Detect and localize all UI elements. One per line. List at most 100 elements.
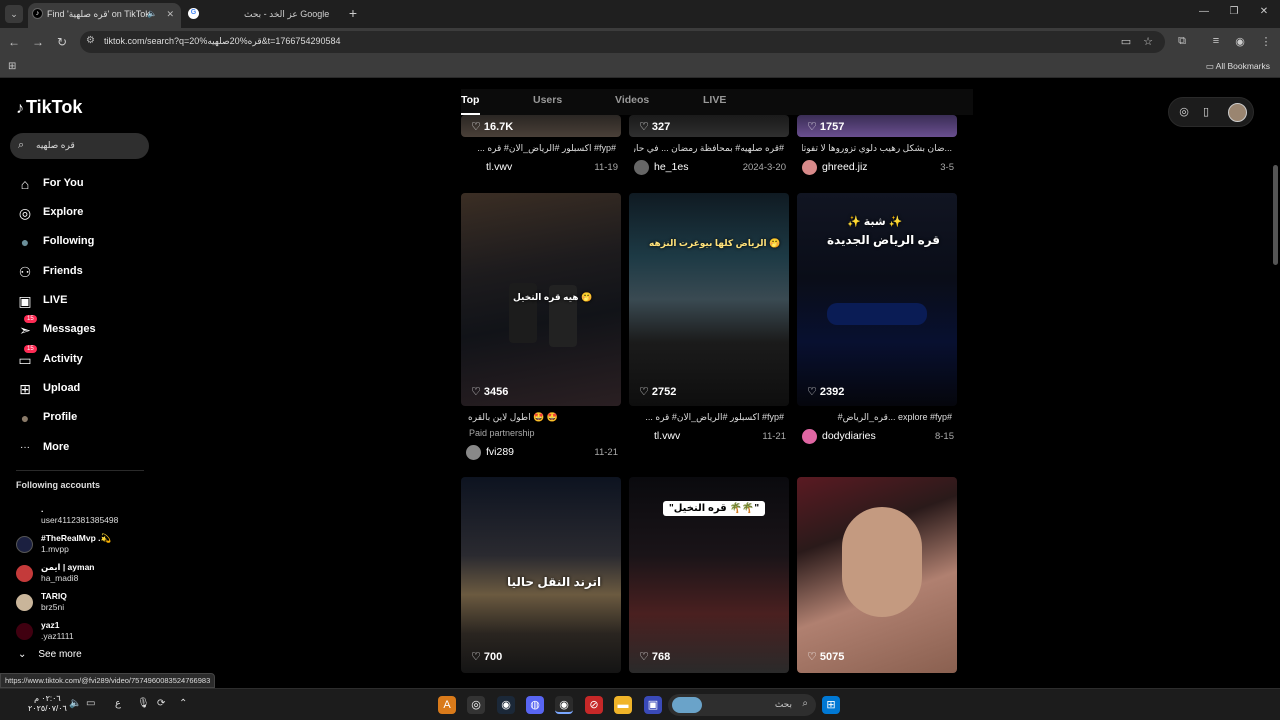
video-thumbnail[interactable]: اترند النقل حاليا ♡ 700 — [461, 477, 621, 673]
taskbar-search[interactable]: بحث ⌕ — [668, 694, 816, 716]
nav-friends[interactable]: ⚇ Friends — [16, 261, 146, 283]
author-row[interactable]: tl.vwv 11-19 — [466, 159, 618, 175]
author-row[interactable]: fvi289 11-21 — [466, 444, 618, 460]
steam-icon[interactable]: ◉ — [497, 696, 515, 714]
video-thumbnail[interactable]: "قره النخيل 🌴🌴" ♡ 768 — [629, 477, 789, 673]
video-caption: #fyp# اكسبلور #الرياض_الان# قره ... — [645, 412, 784, 422]
discord-icon[interactable]: ◍ — [526, 696, 544, 714]
browser-tab-google[interactable]: G عز الخد - بحث Google — [184, 3, 334, 28]
user-avatar[interactable] — [1228, 103, 1247, 122]
video-thumbnail[interactable]: ✨ شبة ✨ قره الرياض الجديدة ♡ 2392 — [797, 193, 957, 406]
nav-for-you[interactable]: ⌂ For You — [16, 173, 146, 195]
divider — [16, 470, 144, 471]
chrome-icon[interactable]: ◉ — [555, 696, 573, 714]
system-clock[interactable]: ٠٢:٠٦ م ٢٠٢٥/٠٧/٠٦ — [28, 694, 67, 714]
bookmark-star-icon[interactable]: ☆ — [1140, 35, 1156, 48]
nav-explore[interactable]: ◎ Explore — [16, 202, 146, 224]
author-row[interactable]: dodydiaries 8-15 — [802, 428, 954, 444]
apps-grid-icon[interactable]: ⊞ — [8, 61, 16, 72]
avatar — [634, 160, 649, 175]
nav-upload[interactable]: ⊞ Upload — [16, 378, 146, 400]
tab-search-button[interactable]: ⌄ — [5, 5, 23, 23]
video-caption: #قره صلهيه# بمحافظة رمضان ... في حارة — [634, 143, 784, 153]
tab-top[interactable]: Top — [461, 94, 479, 106]
tiktok-page: ♪ TikTok ⌕ قره صلهيه ⌂ For You ◎ Explore ● F… — [0, 81, 1280, 673]
network-icon[interactable]: ▭ — [86, 698, 95, 709]
coins-icon[interactable]: ◎ — [1177, 105, 1191, 118]
microphone-icon[interactable]: 🎙 — [137, 698, 150, 709]
page-scrollbar[interactable] — [1273, 165, 1278, 265]
close-window-icon[interactable]: ✕ — [1254, 6, 1274, 17]
video-thumbnail[interactable]: ♡ 1757 — [797, 115, 957, 137]
app-icon[interactable]: ⊘ — [585, 696, 603, 714]
video-thumbnail[interactable]: هيه قره النخيل 🤭 ♡ 3456 — [461, 193, 621, 406]
browser-tab-tiktok[interactable]: ♪ Find 'قره صلهية' on TikTok 🔈 ✕ — [28, 3, 181, 28]
tab-videos[interactable]: Videos — [615, 94, 649, 106]
post-date: 11-21 — [594, 447, 618, 458]
following-account[interactable]: yaz1 .yaz1111 — [16, 618, 146, 644]
all-bookmarks-button[interactable]: ▭ All Bookmarks — [1206, 61, 1270, 72]
tab-live[interactable]: LIVE — [703, 94, 726, 106]
tab-users[interactable]: Users — [533, 94, 562, 106]
home-icon: ⌂ — [20, 176, 30, 192]
sync-icon[interactable]: ⟳ — [157, 698, 165, 709]
avatar — [466, 445, 481, 460]
file-explorer-icon[interactable]: ▬ — [614, 696, 632, 714]
app-icon[interactable]: A — [438, 696, 456, 714]
nav-messages[interactable]: ➣ 15 Messages — [16, 315, 146, 341]
nav-profile[interactable]: ● Profile — [16, 407, 146, 429]
author-row[interactable]: ghreed.jiz 3-5 — [802, 159, 954, 175]
cast-icon[interactable]: ▭ — [1118, 35, 1134, 48]
nav-label: Friends — [43, 265, 83, 277]
following-account[interactable]: #TheRealMvp .💫 1.mvpp — [16, 531, 146, 557]
media-control-icon[interactable]: ≡ — [1208, 35, 1224, 47]
phone-icon[interactable]: ▯ — [1199, 105, 1213, 118]
new-tab-button[interactable]: + — [345, 4, 361, 22]
avatar — [16, 594, 33, 611]
speaker-icon[interactable]: 🔈 — [147, 3, 157, 25]
following-account[interactable]: ايمن | ayman ha_madi8 — [16, 560, 146, 586]
app-icon[interactable]: ◎ — [467, 696, 485, 714]
volume-icon[interactable]: 🔈 — [69, 698, 81, 709]
video-thumbnail[interactable]: ♡ 327 — [629, 115, 789, 137]
chevron-up-icon[interactable]: ⌃ — [179, 698, 187, 709]
minimize-icon[interactable]: — — [1194, 6, 1214, 17]
extensions-icon[interactable]: ⧉ — [1174, 35, 1190, 48]
reload-icon[interactable]: ↻ — [54, 34, 70, 50]
close-tab-icon[interactable]: ✕ — [166, 3, 174, 25]
nav-following[interactable]: ● Following — [16, 231, 146, 253]
like-count: ♡ 327 — [639, 120, 670, 133]
account-name: #TheRealMvp .💫 — [41, 533, 112, 543]
forward-icon[interactable]: → — [30, 34, 46, 50]
see-more-label: See more — [38, 649, 82, 660]
address-bar[interactable]: ⚙ tiktok.com/search?q=قره%20صلهيه%20&t=1… — [80, 31, 1165, 53]
tab-title: عز الخد - بحث Google — [244, 9, 330, 19]
video-thumbnail[interactable]: الرياض كلها بيوغرت النزهه 🤭 ♡ 2752 — [629, 193, 789, 406]
author-row[interactable]: tl.vwv 11-21 — [634, 428, 786, 444]
messages-icon: ➣ — [19, 322, 31, 338]
search-input[interactable]: ⌕ قره صلهيه — [10, 133, 149, 159]
like-count: ♡ 16.7K — [471, 120, 513, 133]
nav-more[interactable]: ··· More — [16, 437, 146, 459]
nav-activity[interactable]: ▭ 15 Activity — [16, 345, 146, 371]
clock-time: ٠٢:٠٦ م — [34, 694, 61, 703]
following-account[interactable]: . user4112381385498 — [16, 502, 146, 528]
menu-kebab-icon[interactable]: ⋮ — [1258, 35, 1274, 48]
restore-icon[interactable]: ❐ — [1224, 6, 1244, 17]
keyboard-language[interactable]: ع — [115, 698, 121, 709]
app-icon[interactable]: ▣ — [644, 696, 662, 714]
tiktok-logo[interactable]: ♪ TikTok — [16, 97, 82, 118]
back-icon[interactable]: ← — [6, 34, 22, 50]
windows-start-icon[interactable]: ⊞ — [822, 696, 840, 714]
video-thumbnail[interactable]: ♡ 5075 — [797, 477, 957, 673]
nav-live[interactable]: ▣ LIVE — [16, 290, 146, 312]
site-info-icon[interactable]: ⚙ — [86, 35, 95, 46]
video-thumbnail[interactable]: ♡ 16.7K — [461, 115, 621, 137]
heart-icon: ♡ — [807, 386, 817, 398]
heart-icon: ♡ — [639, 651, 649, 663]
profile-icon[interactable]: ◉ — [1232, 35, 1248, 48]
post-date: 2024-3-20 — [742, 162, 786, 173]
see-more-button[interactable]: ⌄ See more — [18, 649, 82, 660]
following-account[interactable]: TARIQ brz5ni — [16, 589, 146, 615]
author-row[interactable]: he_1es 2024-3-20 — [634, 159, 786, 175]
